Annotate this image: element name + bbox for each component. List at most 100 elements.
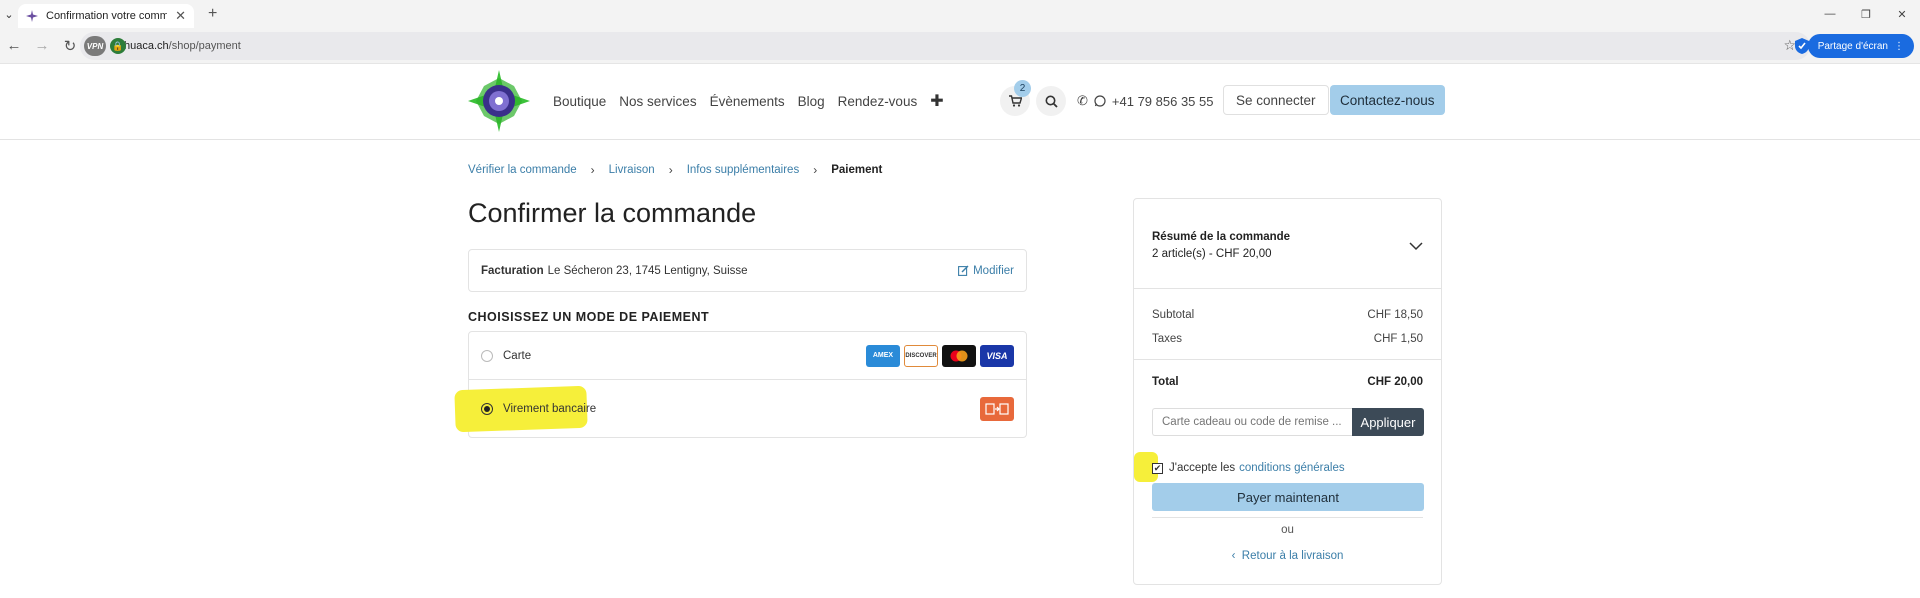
site-favicon-icon <box>26 10 38 22</box>
breadcrumb-extra-info[interactable]: Infos supplémentaires <box>687 164 800 176</box>
terms-prefix: J'accepte les <box>1169 462 1236 474</box>
apply-coupon-button[interactable]: Appliquer <box>1352 408 1424 436</box>
order-summary: Résumé de la commande 2 article(s) - CHF… <box>1133 198 1442 585</box>
total-value: CHF 20,00 <box>1367 376 1423 388</box>
total-row: Total CHF 20,00 <box>1152 376 1423 388</box>
menu-item-services[interactable]: Nos services <box>619 94 696 109</box>
cart-button[interactable]: 2 <box>1000 80 1031 116</box>
subtotal-value: CHF 18,50 <box>1367 309 1423 321</box>
breadcrumb: Vérifier la commande › Livraison › Infos… <box>468 163 882 177</box>
subtotal-row: Subtotal CHF 18,50 <box>1152 309 1423 321</box>
bank-transfer-icon <box>980 396 1014 421</box>
vpn-badge[interactable]: VPN <box>84 36 106 56</box>
menu-item-blog[interactable]: Blog <box>798 94 825 109</box>
radio-wire-transfer[interactable] <box>481 402 493 415</box>
lock-icon[interactable]: 🔒 <box>110 38 126 54</box>
breadcrumb-chevron-icon: › <box>813 163 818 177</box>
tab-close-icon[interactable]: ✕ <box>175 8 186 24</box>
breadcrumb-delivery[interactable]: Livraison <box>609 164 655 176</box>
contact-button[interactable]: Contactez-nous <box>1330 85 1445 115</box>
phone-icon: ✆ <box>1077 93 1088 108</box>
cart-count-badge: 2 <box>1014 80 1031 97</box>
billing-address: Le Sécheron 23, 1745 Lentigny, Suisse <box>547 264 748 277</box>
terms-link[interactable]: conditions générales <box>1239 462 1345 474</box>
restore-icon[interactable]: ❐ <box>1848 8 1884 21</box>
whatsapp-icon <box>1094 95 1106 107</box>
browser-toolbar: ← → ↻ VPN 🔒 huaca.ch/shop/payment ☆ Part… <box>0 28 1920 64</box>
payment-method-title: CHOISISSEZ UN MODE DE PAIEMENT <box>468 310 710 324</box>
share-label: Partage d'écran <box>1817 40 1888 52</box>
edit-icon <box>958 265 969 276</box>
address-bar[interactable]: VPN 🔒 huaca.ch/shop/payment ☆ <box>80 32 1810 60</box>
divider <box>1134 288 1441 289</box>
amex-icon: AMEX <box>866 344 900 367</box>
payment-method-card-label: Carte <box>503 349 532 362</box>
minimize-icon[interactable]: — <box>1812 8 1848 20</box>
summary-header[interactable]: Résumé de la commande 2 article(s) - CHF… <box>1152 231 1290 260</box>
terms-row: ✔ J'accepte les conditions générales <box>1152 462 1345 474</box>
phone-number: +41 79 856 35 55 <box>1111 93 1214 109</box>
page-title: Confirmer la commande <box>468 198 757 228</box>
tab-list-chevron-icon[interactable]: ⌄ <box>0 0 18 28</box>
radio-card[interactable] <box>481 349 493 362</box>
site-header: Boutique Nos services Évènements Blog Re… <box>0 64 1920 140</box>
visa-icon: VISA <box>980 344 1014 367</box>
billing-label: Facturation <box>481 264 544 277</box>
taxes-value: CHF 1,50 <box>1373 333 1423 345</box>
subtotal-label: Subtotal <box>1152 309 1195 321</box>
pay-now-button[interactable]: Payer maintenant <box>1152 483 1424 511</box>
chevron-down-icon[interactable] <box>1409 239 1423 253</box>
payment-methods-list: Carte AMEX DISCOVER VISA Virement bancai… <box>454 331 1027 438</box>
menu-item-rendez-vous[interactable]: Rendez-vous <box>838 94 918 109</box>
login-button[interactable]: Se connecter <box>1223 85 1329 115</box>
terms-checkbox[interactable]: ✔ <box>1152 462 1163 474</box>
tab-title: Confirmation votre commande <box>46 10 168 22</box>
billing-address-box: Facturation Le Sécheron 23, 1745 Lentign… <box>468 249 1027 292</box>
summary-title: Résumé de la commande <box>1152 231 1291 243</box>
browser-tab-active[interactable]: Confirmation votre commande ✕ <box>18 4 194 28</box>
discover-icon: DISCOVER <box>904 344 938 367</box>
breadcrumb-chevron-icon: › <box>668 163 673 177</box>
site-logo[interactable] <box>468 70 530 132</box>
main-menu: Boutique Nos services Évènements Blog Re… <box>553 91 944 111</box>
payment-method-wire[interactable]: Virement bancaire <box>454 379 1026 437</box>
forward-arrow-icon[interactable]: → <box>28 37 56 54</box>
cart-icon <box>1008 95 1022 107</box>
or-separator: ou <box>1134 524 1441 536</box>
browser-tabbar: ⌄ Confirmation votre commande ✕ + — ❐ ✕ <box>0 0 1920 28</box>
chevron-left-icon: ‹ <box>1231 550 1236 562</box>
payment-method-wire-label: Virement bancaire <box>503 402 597 415</box>
divider <box>1152 517 1423 518</box>
mastercard-icon <box>942 344 976 367</box>
total-label: Total <box>1152 376 1179 388</box>
edit-label: Modifier <box>973 264 1014 277</box>
card-brands: AMEX DISCOVER VISA <box>866 344 1014 367</box>
back-arrow-icon[interactable]: ← <box>0 37 28 54</box>
menu-item-boutique[interactable]: Boutique <box>553 94 606 109</box>
url-path: /shop/payment <box>168 40 241 52</box>
taxes-label: Taxes <box>1152 333 1183 345</box>
divider <box>1134 359 1441 360</box>
coupon-input[interactable] <box>1152 408 1355 436</box>
more-vert-icon: ⋮ <box>1894 40 1904 52</box>
phone-link[interactable]: ✆ +41 79 856 35 55 <box>1077 93 1213 109</box>
taxes-row: Taxes CHF 1,50 <box>1152 333 1423 345</box>
window-controls: — ❐ ✕ <box>1812 0 1920 28</box>
payment-method-card[interactable]: Carte AMEX DISCOVER VISA <box>469 332 1026 379</box>
screen-share-button[interactable]: Partage d'écran ⋮ <box>1807 34 1914 58</box>
summary-subtitle: 2 article(s) - CHF 20,00 <box>1152 248 1272 260</box>
menu-item-evenements[interactable]: Évènements <box>710 94 785 109</box>
breadcrumb-current: Paiement <box>831 164 883 176</box>
new-tab-plus-icon[interactable]: + <box>208 5 217 23</box>
breadcrumb-chevron-icon: › <box>590 163 595 177</box>
back-to-delivery-link[interactable]: ‹ Retour à la livraison <box>1134 550 1441 562</box>
window-close-icon[interactable]: ✕ <box>1884 8 1920 21</box>
back-label: Retour à la livraison <box>1241 550 1344 562</box>
search-button[interactable] <box>1036 86 1066 116</box>
or-label: ou <box>1275 524 1300 536</box>
url-host: huaca.ch <box>124 40 169 52</box>
search-icon <box>1045 95 1058 108</box>
menu-more-plus-icon[interactable]: ✚ <box>930 91 943 111</box>
breadcrumb-verify-order[interactable]: Vérifier la commande <box>468 164 577 176</box>
edit-billing-link[interactable]: Modifier <box>958 265 1014 277</box>
